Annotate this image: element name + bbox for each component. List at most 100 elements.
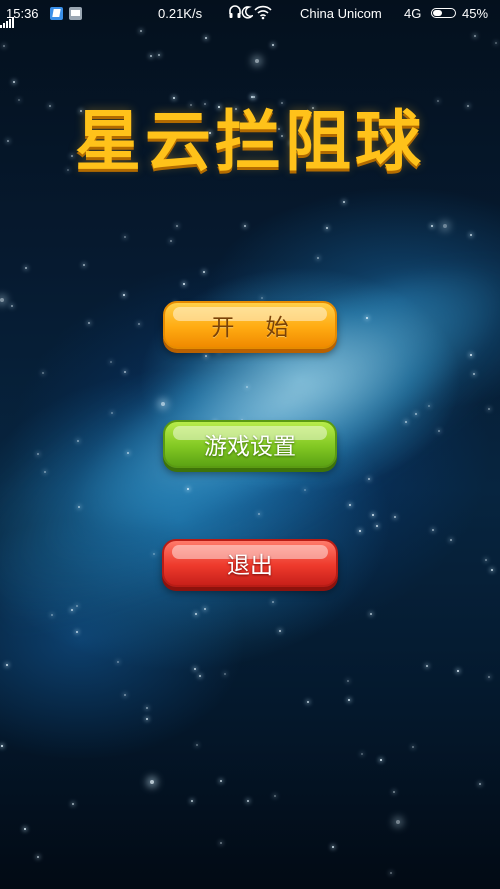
star	[187, 488, 189, 490]
star	[488, 408, 490, 410]
star	[123, 294, 125, 296]
status-bar: 15:36 0.21K/s China Unicom 4G 45%	[0, 0, 500, 28]
star	[195, 613, 197, 615]
star	[428, 405, 430, 407]
star	[220, 842, 222, 844]
star	[495, 42, 497, 44]
star	[431, 225, 433, 227]
star	[317, 257, 319, 259]
star	[380, 759, 382, 761]
star	[124, 694, 126, 696]
game-title: 星云拦阻球	[75, 103, 425, 180]
star	[88, 322, 90, 324]
star	[158, 54, 160, 56]
game-settings-button-label: 游戏设置	[204, 434, 296, 460]
star	[183, 283, 185, 285]
star	[361, 753, 363, 755]
star	[479, 783, 481, 785]
star	[343, 201, 345, 203]
star	[272, 601, 274, 603]
star	[83, 264, 85, 266]
start-button-label: 开 始	[211, 315, 301, 341]
star	[412, 746, 414, 748]
star	[146, 718, 148, 720]
star	[405, 421, 407, 423]
start-button[interactable]: 开 始	[163, 301, 337, 349]
star	[199, 675, 201, 677]
star	[117, 661, 119, 663]
star	[485, 559, 487, 561]
star	[368, 478, 370, 480]
star	[376, 525, 378, 527]
star	[432, 529, 434, 531]
star	[124, 371, 126, 373]
game-settings-button[interactable]: 游戏设置	[163, 420, 337, 468]
star	[37, 856, 39, 858]
star	[140, 30, 142, 32]
star	[307, 701, 309, 703]
star	[6, 664, 8, 666]
star	[220, 780, 222, 782]
star	[153, 553, 155, 555]
star	[13, 81, 15, 83]
battery-level-fill	[433, 10, 442, 16]
game-screen: 15:36 0.21K/s China Unicom 4G 45% 星云拦阻球 …	[0, 0, 500, 889]
star	[396, 820, 400, 824]
star	[274, 795, 276, 797]
star	[205, 355, 207, 357]
star	[3, 45, 5, 47]
network-type: 4G	[404, 6, 422, 21]
star	[491, 569, 493, 571]
star	[150, 55, 152, 57]
star	[246, 386, 248, 388]
star	[51, 614, 53, 616]
star	[110, 361, 112, 363]
star	[127, 452, 129, 454]
star	[255, 59, 259, 63]
star	[204, 608, 206, 610]
star	[326, 227, 328, 229]
star	[279, 630, 281, 632]
star	[161, 402, 165, 406]
star	[71, 609, 73, 611]
network-speed: 0.21K/s	[158, 6, 203, 21]
star	[124, 236, 126, 238]
star	[261, 297, 263, 299]
star	[224, 673, 226, 675]
star	[304, 489, 306, 491]
star	[25, 267, 27, 269]
star	[24, 828, 26, 830]
exit-button-label: 退出	[227, 553, 273, 579]
star	[470, 354, 472, 356]
nebula-background	[0, 119, 500, 711]
star	[272, 44, 274, 46]
star	[426, 665, 428, 667]
star	[247, 800, 249, 802]
battery-percent: 45%	[462, 6, 489, 21]
exit-button[interactable]: 退出	[162, 539, 338, 587]
star	[349, 504, 351, 506]
wifi-icon	[254, 4, 272, 23]
headset-icon	[229, 5, 241, 22]
star	[146, 707, 148, 709]
gallery-notification-icon	[69, 7, 82, 20]
star	[44, 471, 46, 473]
star	[218, 351, 220, 353]
star	[370, 613, 372, 615]
star	[347, 680, 349, 682]
star	[359, 530, 361, 532]
star	[173, 97, 175, 99]
star	[253, 96, 255, 98]
star	[348, 699, 350, 701]
star	[150, 780, 154, 784]
star	[11, 305, 13, 307]
star	[170, 240, 172, 242]
star	[78, 506, 80, 508]
star	[76, 605, 78, 607]
star	[474, 35, 476, 37]
star	[258, 513, 260, 515]
star	[194, 668, 196, 670]
star	[191, 800, 193, 802]
battery-icon	[431, 8, 456, 18]
star	[438, 430, 440, 432]
